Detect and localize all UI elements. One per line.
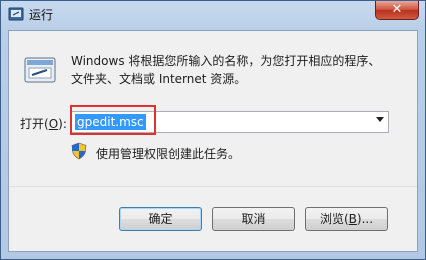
highlight-box <box>70 105 156 135</box>
browse-label-prefix: 浏览( <box>319 212 349 226</box>
open-label-suffix: ): <box>58 117 67 131</box>
browse-access-key: B <box>348 212 357 226</box>
description-text: Windows 将根据您所输入的名称，为您打开相应的程序、 文件夹、文档或 In… <box>71 52 411 88</box>
browse-label-suffix: )... <box>356 212 374 226</box>
window-title: 运行 <box>29 8 54 22</box>
description-line-1: Windows 将根据您所输入的名称，为您打开相应的程序、 <box>71 54 381 68</box>
ok-button[interactable]: 确定 <box>119 207 202 231</box>
dropdown-arrow-icon[interactable] <box>376 117 384 122</box>
open-label-access-key: O <box>48 117 59 131</box>
run-program-icon <box>24 57 56 83</box>
close-button[interactable]: ✕ <box>375 1 419 20</box>
dialog-client-area: Windows 将根据您所输入的名称，为您打开相应的程序、 文件夹、文档或 In… <box>8 30 418 252</box>
admin-note: 使用管理权限创建此任务。 <box>96 147 241 161</box>
open-label-prefix: 打开( <box>20 117 49 131</box>
run-app-icon <box>8 7 24 21</box>
uac-shield-icon <box>71 142 87 160</box>
run-dialog-window: 运行 ✕ Windows 将根据您所输入的名称，为您打开相应的程序、 文件夹、文… <box>0 0 426 260</box>
title-bar[interactable]: 运行 ✕ <box>1 1 425 29</box>
description-line-2: 文件夹、文档或 Internet 资源。 <box>71 72 247 86</box>
browse-button[interactable]: 浏览(B)... <box>305 207 388 231</box>
open-label: 打开(O): <box>20 115 67 132</box>
cancel-button[interactable]: 取消 <box>212 207 295 231</box>
